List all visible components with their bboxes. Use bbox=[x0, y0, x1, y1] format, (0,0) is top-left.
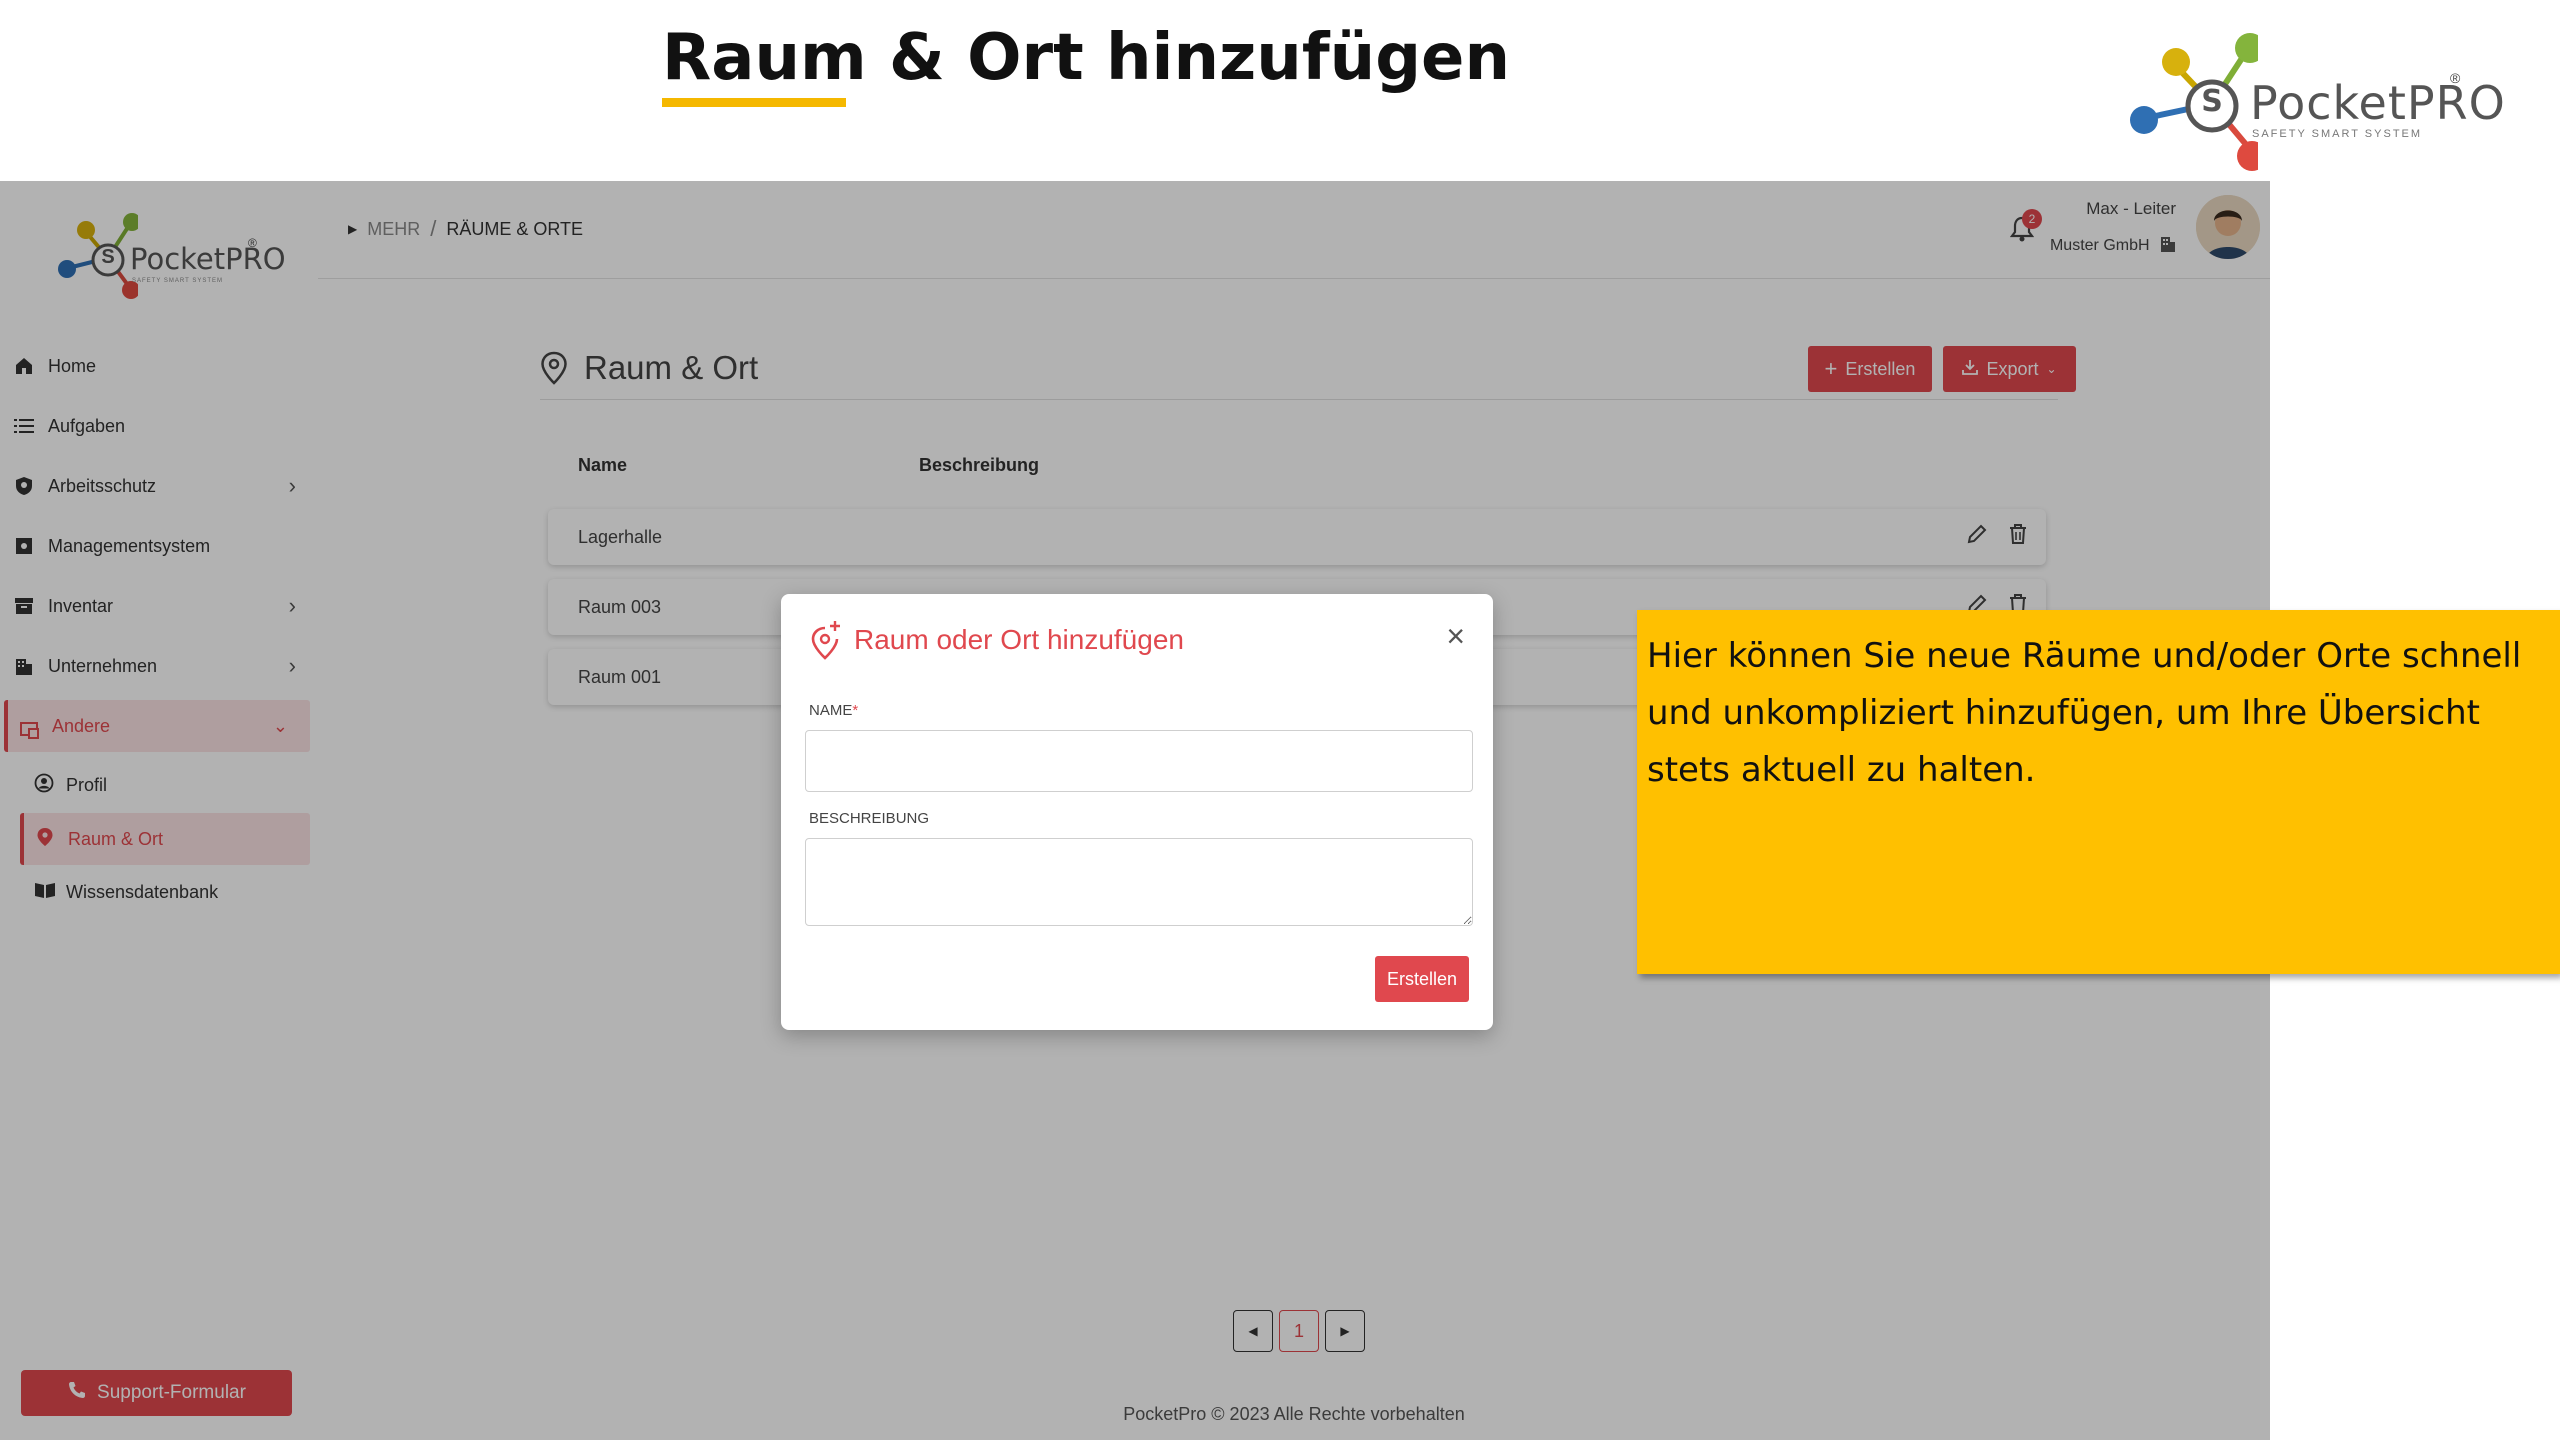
required-mark: * bbox=[852, 702, 859, 719]
pocketpro-logo: S PocketPRO ® SAFETY SMART SYSTEM bbox=[2128, 26, 2505, 176]
close-icon[interactable]: × bbox=[1446, 620, 1465, 652]
modal-create-button[interactable]: Erstellen bbox=[1375, 956, 1469, 1002]
name-label-text: NAME bbox=[809, 702, 853, 719]
brand-registered-mark: ® bbox=[2450, 70, 2461, 86]
name-field[interactable] bbox=[805, 730, 1473, 792]
location-pin-plus-icon bbox=[809, 620, 843, 667]
description-field-label: BESCHREIBUNG bbox=[809, 810, 930, 827]
name-field-label: NAME* bbox=[809, 702, 858, 719]
modal-title: Raum oder Ort hinzufügen bbox=[854, 624, 1184, 655]
logo-molecule-icon bbox=[2130, 33, 2258, 171]
title-underline bbox=[662, 98, 846, 107]
logo-letter: S bbox=[2201, 84, 2223, 119]
brand-name: PocketPRO bbox=[2250, 76, 2506, 130]
explanation-callout: Hier können Sie neue Räume und/oder Orte… bbox=[1637, 610, 2560, 974]
description-field[interactable] bbox=[805, 838, 1473, 926]
slide-title: Raum & Ort hinzufügen bbox=[662, 21, 1510, 95]
brand-tagline: SAFETY SMART SYSTEM bbox=[2252, 128, 2423, 140]
callout-text: Hier können Sie neue Räume und/oder Orte… bbox=[1647, 636, 2522, 790]
add-room-modal: Raum oder Ort hinzufügen × NAME* BESCHRE… bbox=[781, 594, 1493, 1030]
